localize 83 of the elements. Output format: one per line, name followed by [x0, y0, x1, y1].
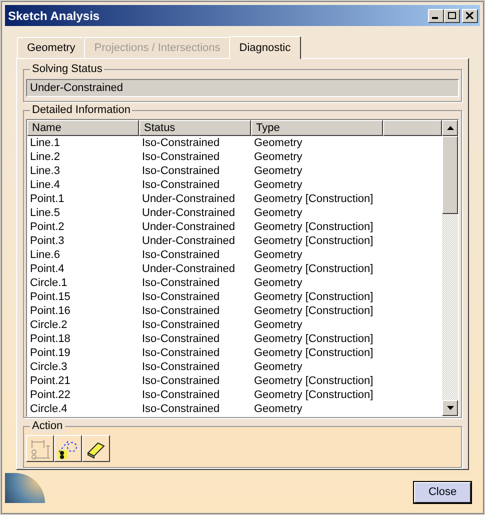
scroll-down-icon[interactable] [446, 406, 454, 410]
table-cell-text: Iso-Constrained [141, 346, 221, 360]
table-cell-text: Iso-Constrained [141, 374, 221, 388]
table-cell-text: Line.6 [29, 248, 61, 262]
window-title: Sketch Analysis [8, 8, 101, 24]
table-cell-text: Iso-Constrained [141, 248, 221, 262]
table-cell-text: Geometry [253, 276, 304, 290]
table-cell-text: Geometry [Construction] [253, 346, 374, 360]
scroll-up-icon[interactable] [446, 126, 454, 130]
scroll-thumb[interactable] [442, 136, 458, 214]
action-button[interactable] [82, 435, 110, 462]
status-field: Under-Constrained [26, 79, 459, 97]
table-cell-text: Point.22 [29, 388, 72, 402]
table-cell-text: Iso-Constrained [141, 136, 221, 150]
table-cell-text: Line.3 [29, 164, 61, 178]
table-cell-text: Geometry [253, 178, 304, 192]
table-cell-text: Geometry [253, 136, 304, 150]
table-cell-text: Iso-Constrained [141, 388, 221, 402]
table-cell-text: Point.2 [29, 220, 66, 234]
group-title: Action [30, 419, 65, 433]
table-cell-text: Circle.3 [29, 360, 68, 374]
table-cell-text: Geometry [Construction] [253, 262, 374, 276]
table-cell-text: Under-Constrained [141, 262, 236, 276]
table-cell-text: Point.15 [29, 290, 72, 304]
globe-logo [5, 473, 45, 503]
maximize-button[interactable] [444, 8, 460, 22]
table-cell-text: Geometry [253, 318, 304, 332]
table-cell-text: Geometry [Construction] [253, 290, 374, 304]
column-header[interactable]: Name [27, 120, 139, 136]
table-cell-text: Point.16 [29, 304, 72, 318]
table-cell-text: Point.3 [29, 234, 66, 248]
table-cell-text: Point.19 [29, 346, 72, 360]
table-cell-text: Geometry [253, 150, 304, 164]
table-cell-text: Iso-Constrained [141, 178, 221, 192]
table-cell-text: Under-Constrained [141, 234, 236, 248]
table-cell-text: Geometry [253, 164, 304, 178]
table-cell-text: Iso-Constrained [141, 360, 221, 374]
group-title: Solving Status [30, 62, 104, 76]
table-cell-text: Under-Constrained [141, 192, 236, 206]
column-header[interactable]: Type [251, 120, 383, 136]
table-cell-text: Geometry [Construction] [253, 192, 374, 206]
scrollbar[interactable] [442, 120, 458, 416]
table-cell-text: Geometry [Construction] [253, 332, 374, 346]
table-cell-text: Under-Constrained [141, 206, 236, 220]
table-cell-text: Iso-Constrained [141, 304, 221, 318]
table-cell-text: Circle.4 [29, 402, 68, 416]
close-button[interactable]: Close [414, 482, 471, 503]
table-cell-text: Iso-Constrained [141, 290, 221, 304]
table-cell-text: Point.21 [29, 374, 72, 388]
table-cell-text: Line.5 [29, 206, 61, 220]
table-cell-text: Geometry [253, 206, 304, 220]
table-cell-text: Iso-Constrained [141, 276, 221, 290]
table-cell-text: Iso-Constrained [141, 318, 221, 332]
table-cell-text: Point.4 [29, 262, 66, 276]
column-header[interactable]: Status [139, 120, 251, 136]
action-button[interactable] [54, 435, 82, 462]
table-cell-text: Circle.1 [29, 276, 68, 290]
tab[interactable]: Geometry [17, 37, 86, 58]
table-cell-text: Geometry [Construction] [253, 234, 374, 248]
tab[interactable]: Diagnostic [229, 36, 301, 59]
table-cell-text: Geometry [253, 248, 304, 262]
table-cell-text: Under-Constrained [141, 220, 236, 234]
table-cell-text: Line.1 [29, 136, 61, 150]
maximize-icon [448, 12, 456, 19]
table-cell-text: Iso-Constrained [141, 150, 221, 164]
table-cell-text: Iso-Constrained [141, 332, 221, 346]
table-cell-text: Point.18 [29, 332, 72, 346]
table-cell-text: Geometry [Construction] [253, 374, 374, 388]
close-button[interactable] [462, 8, 478, 22]
table-cell-text: Line.2 [29, 150, 61, 164]
table-cell-text: Geometry [Construction] [253, 220, 374, 234]
minimize-button[interactable] [428, 8, 444, 22]
close-icon [466, 12, 474, 19]
table-cell-text: Geometry [253, 402, 304, 416]
table-cell-text: Point.1 [29, 192, 66, 206]
table-cell-text: Geometry [253, 360, 304, 374]
table-cell-text: Line.4 [29, 178, 61, 192]
table-cell-text: Geometry [Construction] [253, 304, 374, 318]
table-cell-text: Circle.2 [29, 318, 68, 332]
table-cell-text: Iso-Constrained [141, 402, 221, 416]
dimension-icon [29, 438, 51, 460]
table-cell-text: Iso-Constrained [141, 164, 221, 178]
table-cell-text: Geometry [Construction] [253, 388, 374, 402]
